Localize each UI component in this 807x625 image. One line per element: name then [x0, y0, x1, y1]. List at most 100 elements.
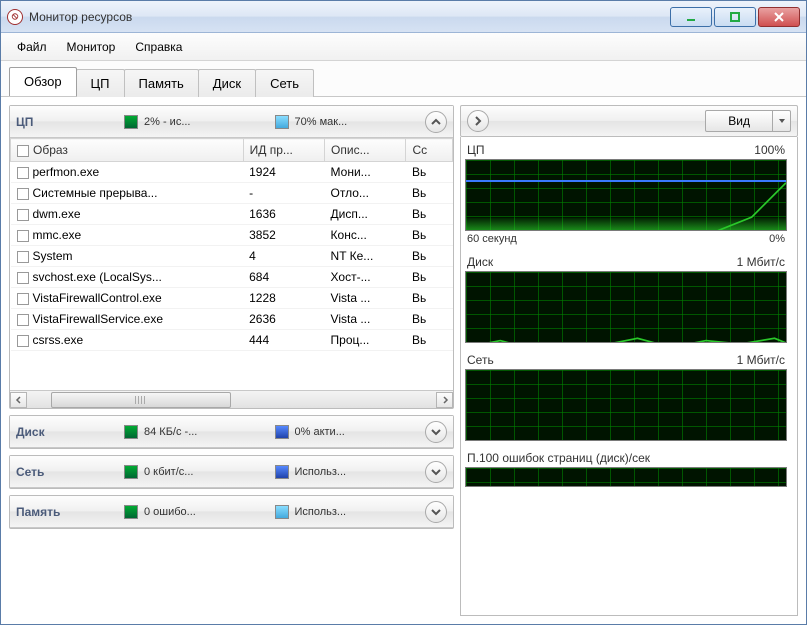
cell-desc: Проц...	[325, 330, 406, 351]
table-row[interactable]: System4NT Ке...Вь	[11, 246, 453, 267]
cpu-process-table: Образ ИД пр... Опис... Сс perfmon.exe 192…	[10, 138, 453, 351]
cell-image: svchost.exe (LocalSys...	[33, 270, 162, 284]
menu-monitor[interactable]: Монитор	[57, 36, 126, 58]
network-graph-max: 1 Мбит/с	[737, 353, 785, 367]
cell-status: Вь	[406, 225, 453, 246]
tab-cpu[interactable]: ЦП	[76, 69, 125, 97]
menu-file[interactable]: Файл	[7, 36, 57, 58]
menubar: Файл Монитор Справка	[1, 33, 806, 61]
row-checkbox[interactable]	[17, 167, 29, 179]
horizontal-scrollbar[interactable]	[10, 390, 453, 408]
right-column: Вид ЦП 100%	[460, 105, 798, 616]
cell-image: VistaFirewallControl.exe	[33, 291, 162, 305]
scroll-track[interactable]	[27, 392, 436, 408]
menu-help[interactable]: Справка	[125, 36, 192, 58]
pagefaults-graph-canvas	[465, 467, 787, 487]
net-util-text: Использ...	[295, 466, 347, 478]
cell-image: dwm.exe	[33, 207, 81, 221]
expand-memory-button[interactable]	[425, 501, 447, 523]
net-io-metric: 0 кбит/с...	[124, 465, 267, 479]
scroll-right-button[interactable]	[436, 392, 453, 408]
collapse-cpu-button[interactable]	[425, 111, 447, 133]
network-panel-title: Сеть	[16, 465, 116, 479]
resource-monitor-window: ⦸ Монитор ресурсов Файл Монитор Справка …	[0, 0, 807, 625]
left-column: ЦП 2% - ис... 70% мак...	[9, 105, 454, 616]
tab-memory[interactable]: Память	[124, 69, 199, 97]
row-checkbox[interactable]	[17, 230, 29, 242]
green-swatch-icon	[124, 425, 138, 439]
expand-network-button[interactable]	[425, 461, 447, 483]
col-status[interactable]: Сс	[406, 139, 453, 162]
cell-status: Вь	[406, 183, 453, 204]
graphs-area[interactable]: ЦП 100% 60 секунд 0%	[460, 137, 798, 616]
col-desc[interactable]: Опис...	[325, 139, 406, 162]
minimize-button[interactable]	[670, 7, 712, 27]
cell-image: perfmon.exe	[33, 165, 100, 179]
table-row[interactable]: VistaFirewallControl.exe1228Vista ...Вь	[11, 288, 453, 309]
view-label: Вид	[706, 114, 772, 128]
cell-desc: Мони...	[325, 162, 406, 183]
row-checkbox[interactable]	[17, 335, 29, 347]
disk-graph-max: 1 Мбит/с	[737, 255, 785, 269]
cell-status: Вь	[406, 309, 453, 330]
table-row[interactable]: mmc.exe3852Конс...Вь	[11, 225, 453, 246]
row-checkbox[interactable]	[17, 188, 29, 200]
blue-swatch-icon	[275, 425, 289, 439]
row-checkbox[interactable]	[17, 293, 29, 305]
tab-overview[interactable]: Обзор	[9, 67, 77, 96]
green-swatch-icon	[124, 115, 138, 129]
disk-graph-canvas	[465, 271, 787, 343]
cell-pid: 1924	[243, 162, 324, 183]
cpu-table-wrap[interactable]: Образ ИД пр... Опис... Сс perfmon.exe 192…	[10, 138, 453, 390]
cell-pid: 684	[243, 267, 324, 288]
table-row[interactable]: csrss.exe444Проц...Вь	[11, 330, 453, 351]
tab-disk[interactable]: Диск	[198, 69, 256, 97]
check-all[interactable]	[17, 145, 29, 157]
cell-desc: Vista ...	[325, 309, 406, 330]
cell-image: Системные прерыва...	[33, 186, 158, 200]
table-row[interactable]: VistaFirewallService.exe2636Vista ...Вь	[11, 309, 453, 330]
cell-pid: 3852	[243, 225, 324, 246]
row-checkbox[interactable]	[17, 251, 29, 263]
view-dropdown[interactable]: Вид	[705, 110, 791, 132]
cell-desc: Дисп...	[325, 204, 406, 225]
cpu-graph-max: 100%	[754, 143, 785, 157]
expand-disk-button[interactable]	[425, 421, 447, 443]
cpu-panel-header[interactable]: ЦП 2% - ис... 70% мак...	[10, 106, 453, 138]
row-checkbox[interactable]	[17, 314, 29, 326]
cpu-graph-min: 0%	[769, 233, 785, 245]
col-image[interactable]: Образ	[11, 139, 244, 162]
cell-status: Вь	[406, 204, 453, 225]
scroll-left-button[interactable]	[10, 392, 27, 408]
table-row[interactable]: perfmon.exe1924Мони...Вь	[11, 162, 453, 183]
table-row[interactable]: Системные прерыва...-Отло...Вь	[11, 183, 453, 204]
hide-graphs-button[interactable]	[467, 110, 489, 132]
row-checkbox[interactable]	[17, 272, 29, 284]
tab-network[interactable]: Сеть	[255, 69, 314, 97]
col-pid[interactable]: ИД пр...	[243, 139, 324, 162]
cpu-graph-title: ЦП	[467, 143, 485, 157]
grip-icon	[135, 396, 147, 404]
table-header-row: Образ ИД пр... Опис... Сс	[11, 139, 453, 162]
cpu-freq-text: 70% мак...	[295, 116, 348, 128]
scroll-thumb[interactable]	[51, 392, 231, 408]
window-title: Монитор ресурсов	[29, 10, 670, 24]
disk-panel-title: Диск	[16, 425, 116, 439]
disk-active-metric: 0% акти...	[275, 425, 418, 439]
table-row[interactable]: dwm.exe1636Дисп...Вь	[11, 204, 453, 225]
cyan-swatch-icon	[275, 505, 289, 519]
tabs: Обзор ЦП Память Диск Сеть	[1, 61, 806, 97]
cpu-usage-metric: 2% - ис...	[124, 115, 267, 129]
memory-panel-header[interactable]: Память 0 ошибо... Использ...	[10, 496, 453, 528]
table-row[interactable]: svchost.exe (LocalSys...684Хост-...Вь	[11, 267, 453, 288]
disk-panel-header[interactable]: Диск 84 КБ/с -... 0% акти...	[10, 416, 453, 448]
close-button[interactable]	[758, 7, 800, 27]
row-checkbox[interactable]	[17, 209, 29, 221]
network-panel-header[interactable]: Сеть 0 кбит/с... Использ...	[10, 456, 453, 488]
cpu-panel: ЦП 2% - ис... 70% мак...	[9, 105, 454, 409]
maximize-button[interactable]	[714, 7, 756, 27]
cell-pid: 4	[243, 246, 324, 267]
cell-pid: -	[243, 183, 324, 204]
cpu-graph: ЦП 100% 60 секунд 0%	[465, 143, 787, 245]
cpu-graph-xlabel: 60 секунд	[467, 233, 517, 245]
